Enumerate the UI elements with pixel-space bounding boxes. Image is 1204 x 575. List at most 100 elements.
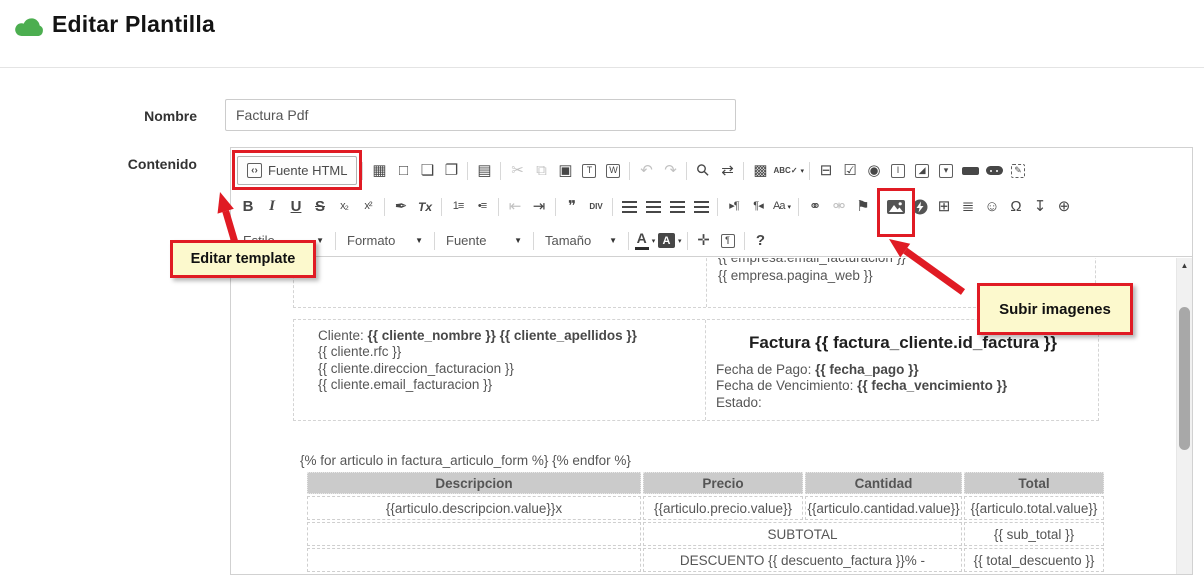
show-blocks-icon[interactable]: ¶ xyxy=(717,228,739,253)
iframe-icon[interactable]: ⊕ xyxy=(1053,194,1075,219)
cliente-rfc-line: {{ cliente.rfc }} xyxy=(318,344,637,360)
cell-descuento-label: DESCUENTO {{ descuento_factura }}% - xyxy=(643,548,962,572)
cell-subtotal-value: {{ sub_total }} xyxy=(964,522,1104,546)
toolbar-separator xyxy=(441,198,442,216)
paste-word-icon[interactable]: W xyxy=(602,158,624,183)
link-icon[interactable]: ⚭ xyxy=(804,194,826,219)
nombre-label: Nombre xyxy=(0,108,197,124)
editar-template-callout: Editar template xyxy=(170,240,316,278)
background-color-icon[interactable]: A▾ xyxy=(658,228,682,253)
templates-icon[interactable]: ▤ xyxy=(473,158,495,183)
paste-text-icon[interactable]: T xyxy=(578,158,600,183)
toolbar-separator xyxy=(744,232,745,250)
align-right-icon[interactable] xyxy=(666,194,688,219)
cell-descuento-value: {{ total_descuento }} xyxy=(964,548,1104,572)
scrollbar-up-arrow[interactable]: ▲ xyxy=(1177,261,1192,270)
size-combo[interactable]: Tamaño▼ xyxy=(539,228,623,253)
text-direction-rtl-icon[interactable]: ¶◂ xyxy=(747,194,769,219)
cell-precio: {{articulo.precio.value}} xyxy=(643,496,803,520)
toolbar-separator xyxy=(434,232,435,250)
font-combo[interactable]: Fuente▼ xyxy=(440,228,528,253)
remove-format-icon[interactable]: Tx xyxy=(414,194,436,219)
numbered-list-icon[interactable]: 1≡ xyxy=(447,194,469,219)
smiley-icon[interactable]: ☺ xyxy=(981,194,1003,219)
cliente-cell: Cliente: {{ cliente_nombre }} {{ cliente… xyxy=(318,328,637,394)
radio-icon[interactable]: ◉ xyxy=(863,158,885,183)
redo-icon[interactable]: ↷ xyxy=(659,158,681,183)
form-icon[interactable]: ⊟ xyxy=(815,158,837,183)
table-row: {{articulo.descripcion.value}}x {{articu… xyxy=(307,496,1104,520)
fecha-vencimiento-line: Fecha de Vencimiento: {{ fecha_vencimien… xyxy=(716,378,1100,394)
image-button-icon[interactable] xyxy=(983,158,1005,183)
align-left-icon[interactable] xyxy=(618,194,640,219)
checkbox-icon[interactable]: ☑ xyxy=(839,158,861,183)
align-center-icon[interactable] xyxy=(642,194,664,219)
underline-icon[interactable]: U xyxy=(285,194,307,219)
select-field-icon[interactable]: ▾ xyxy=(935,158,957,183)
toolbar-separator xyxy=(809,162,810,180)
button-icon[interactable] xyxy=(959,158,981,183)
decrease-indent-icon[interactable]: ⇤ xyxy=(504,194,526,219)
text-color-icon[interactable]: A▾ xyxy=(634,228,656,253)
paste-icon[interactable]: ▣ xyxy=(554,158,576,183)
align-justify-icon[interactable] xyxy=(690,194,712,219)
cliente-direccion-line: {{ cliente.direccion_facturacion }} xyxy=(318,361,637,377)
text-field-icon[interactable]: I xyxy=(887,158,909,183)
toolbar-separator xyxy=(717,198,718,216)
italic-icon[interactable]: I xyxy=(261,194,283,219)
hidden-field-icon[interactable]: ✎ xyxy=(1007,158,1029,183)
div-container-icon[interactable]: DIV xyxy=(585,194,607,219)
table-row-descuento: DESCUENTO {{ descuento_factura }}% - {{ … xyxy=(307,548,1104,572)
contenido-label: Contenido xyxy=(0,156,197,172)
spellcheck-icon[interactable]: ABC✓▾ xyxy=(773,158,804,183)
header-divider xyxy=(0,67,1204,68)
copy-formatting-icon[interactable]: ✒ xyxy=(390,194,412,219)
estado-line: Estado: xyxy=(716,395,1100,411)
page-break-icon[interactable]: ↧ xyxy=(1029,194,1051,219)
table-row-subtotal: SUBTOTAL {{ sub_total }} xyxy=(307,522,1104,546)
nombre-input[interactable] xyxy=(225,99,736,131)
copy-icon[interactable]: ⧉ xyxy=(530,158,552,183)
col-cantidad: Cantidad xyxy=(805,472,962,494)
unlink-icon[interactable]: ⚮ xyxy=(828,194,850,219)
undo-icon[interactable]: ↶ xyxy=(635,158,657,183)
new-page-icon[interactable]: □ xyxy=(392,158,414,183)
horizontal-rule-icon[interactable]: ≣ xyxy=(957,194,979,219)
blockquote-icon[interactable]: ❞ xyxy=(561,194,583,219)
articles-table: Descripcion Precio Cantidad Total {{arti… xyxy=(305,470,1106,574)
cut-icon[interactable]: ✂ xyxy=(506,158,528,183)
find-icon[interactable]: ⚲ xyxy=(692,158,714,183)
format-combo[interactable]: Formato▼ xyxy=(341,228,429,253)
anchor-icon[interactable]: ⚑ xyxy=(852,194,874,219)
maximize-icon[interactable]: ✛ xyxy=(693,228,715,253)
save-icon[interactable]: ▦ xyxy=(368,158,390,183)
strikethrough-icon[interactable]: S xyxy=(309,194,331,219)
toolbar-separator xyxy=(743,162,744,180)
toolbar-separator xyxy=(612,198,613,216)
table-guide-divider xyxy=(706,258,707,307)
print-icon[interactable]: ❐ xyxy=(440,158,462,183)
replace-icon[interactable]: ⇄ xyxy=(716,158,738,183)
language-icon[interactable]: Aa▾ xyxy=(771,194,793,219)
preview-icon[interactable]: ❏ xyxy=(416,158,438,183)
toolbar-separator xyxy=(555,198,556,216)
special-character-icon[interactable]: Ω xyxy=(1005,194,1027,219)
bulleted-list-icon[interactable]: •≡ xyxy=(471,194,493,219)
table-icon[interactable]: ⊞ xyxy=(933,194,955,219)
bold-icon[interactable]: B xyxy=(237,194,259,219)
select-all-icon[interactable]: ▩ xyxy=(749,158,771,183)
superscript-icon[interactable]: x² xyxy=(357,194,379,219)
cliente-email-line: {{ cliente.email_facturacion }} xyxy=(318,377,637,393)
text-direction-ltr-icon[interactable]: ▸¶ xyxy=(723,194,745,219)
toolbar-separator xyxy=(467,162,468,180)
subscript-icon[interactable]: x₂ xyxy=(333,194,355,219)
increase-indent-icon[interactable]: ⇥ xyxy=(528,194,550,219)
toolbar-row: BIUSx₂x² ✒Tx 1≡•≡ ⇤⇥ ❞DIV ▸¶¶◂Aa▾ ⚭⚮⚑ ⊞≣☺Ω↧⊕ xyxy=(231,189,1192,224)
cell-subtotal-label: SUBTOTAL xyxy=(643,522,962,546)
cell-cantidad: {{articulo.cantidad.value}} xyxy=(805,496,962,520)
scrollbar-thumb[interactable] xyxy=(1179,307,1190,450)
toolbar-separator xyxy=(798,198,799,216)
textarea-icon[interactable]: ◢ xyxy=(911,158,933,183)
about-icon[interactable]: ? xyxy=(750,228,772,253)
scrollbar[interactable]: ▲ xyxy=(1176,258,1192,574)
